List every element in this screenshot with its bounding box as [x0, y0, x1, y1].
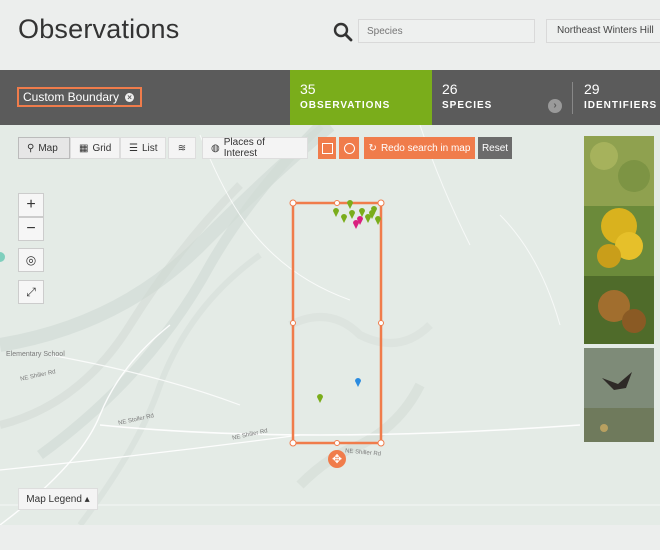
custom-boundary-rectangle [291, 201, 383, 445]
fullscreen-icon: ⤢ [26, 285, 36, 299]
page-footer [0, 525, 660, 550]
fullscreen-button[interactable]: ⤢ [18, 280, 44, 304]
identifiers-label: IDENTIFIERS [584, 100, 658, 111]
page-header: Observations Northeast Winters Hill [0, 0, 660, 70]
close-icon[interactable]: × [125, 92, 135, 102]
observation-photo[interactable] [584, 348, 654, 442]
map-pin-icon: ⚲ [27, 142, 35, 154]
tab-map-label: Map [38, 142, 58, 154]
stats-bar: Custom Boundary × 35 OBSERVATIONS 26 SPE… [0, 70, 660, 125]
map-canvas[interactable]: NE Shiller Rd NE Stoller Rd NE Shiller R… [0, 125, 660, 525]
stats-divider [572, 82, 573, 114]
arrow-right-icon[interactable]: › [548, 99, 562, 113]
tab-list[interactable]: ☰ List [120, 137, 166, 159]
search-icon[interactable] [333, 22, 353, 42]
locate-button[interactable]: ◎ [18, 248, 44, 272]
zoom-in-button[interactable]: + [18, 193, 44, 217]
places-of-interest-button[interactable]: ◍ Places of Interest [202, 137, 308, 159]
layers-button[interactable]: ≋ [168, 137, 196, 159]
species-label: SPECIES [442, 100, 493, 111]
species-count: 26 [442, 81, 458, 97]
move-icon[interactable]: ✥ [328, 450, 346, 468]
map-legend-button[interactable]: Map Legend ▴ [18, 488, 98, 510]
tab-grid[interactable]: ▦ Grid [70, 137, 120, 159]
observation-markers [317, 200, 381, 403]
grid-icon: ▦ [79, 142, 89, 154]
reset-button[interactable]: Reset [478, 137, 512, 159]
places-label: Places of Interest [223, 137, 265, 159]
tab-species[interactable]: 26 SPECIES › [432, 70, 572, 125]
draw-rectangle-button[interactable] [318, 137, 336, 159]
page-title: Observations [18, 14, 180, 44]
place-search-input[interactable]: Northeast Winters Hill [546, 19, 660, 43]
draw-circle-button[interactable] [339, 137, 359, 159]
redo-search-button[interactable]: ↻ Redo search in map [364, 137, 475, 159]
globe-icon: ◍ [211, 142, 220, 154]
tab-grid-label: Grid [92, 142, 112, 154]
tab-identifiers[interactable]: 29 IDENTIFIERS [574, 70, 660, 125]
locate-icon: ◎ [25, 253, 37, 267]
tab-observations[interactable]: 35 OBSERVATIONS [290, 70, 432, 125]
circle-draw-icon [343, 142, 355, 154]
refresh-icon: ↻ [368, 142, 377, 154]
redo-search-label: Redo search in map [380, 142, 471, 154]
tab-list-label: List [141, 142, 158, 154]
observations-count: 35 [300, 81, 316, 97]
observation-photo[interactable] [584, 136, 654, 344]
observations-label: OBSERVATIONS [300, 100, 391, 111]
species-search-input[interactable] [358, 19, 535, 43]
zoom-out-button[interactable]: − [18, 217, 44, 241]
list-icon: ☰ [129, 142, 138, 154]
custom-boundary-chip[interactable]: Custom Boundary × [17, 87, 143, 107]
square-draw-icon [321, 142, 333, 154]
observation-photos [584, 136, 654, 442]
tab-map[interactable]: ⚲ Map [18, 137, 70, 159]
layers-icon: ≋ [177, 142, 187, 154]
identifiers-count: 29 [584, 81, 600, 97]
custom-boundary-label: Custom Boundary [23, 90, 120, 104]
